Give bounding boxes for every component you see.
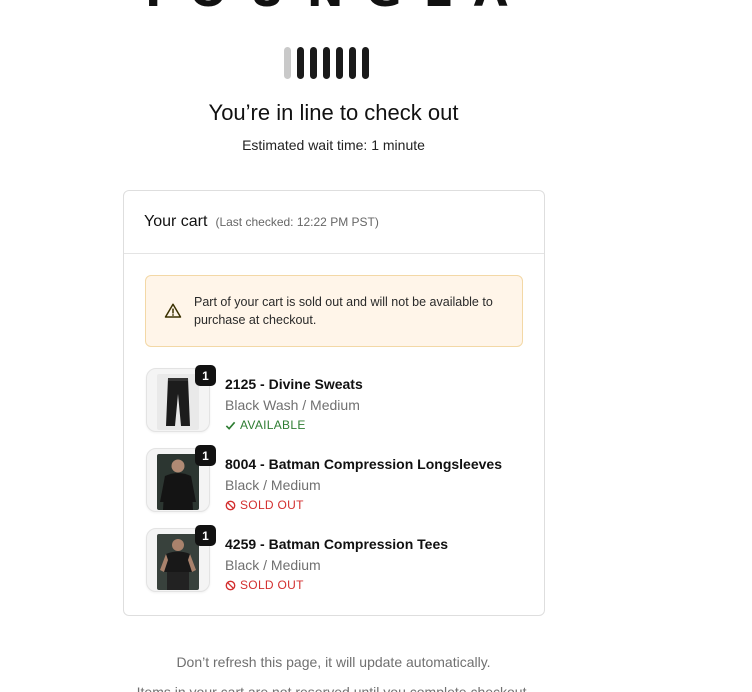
loader-bar: [349, 47, 356, 79]
prohibited-icon: [225, 580, 236, 590]
cart-item-info: 8004 - Batman Compression Longsleeves Bl…: [225, 448, 502, 514]
man-black-longsleeve-icon: [157, 454, 199, 510]
loader-bar: [362, 47, 369, 79]
product-thumbnail: 1: [146, 525, 216, 592]
brand-logo: YOUNGLA: [0, 0, 667, 14]
loader-bar: [297, 47, 304, 79]
cart-last-checked: (Last checked: 12:22 PM PST): [215, 215, 379, 229]
quantity-badge: 1: [195, 525, 216, 546]
sold-out-alert-text: Part of your cart is sold out and will n…: [194, 295, 493, 327]
availability-status: SOLD OUT: [225, 496, 502, 514]
product-thumbnail: 1: [146, 365, 216, 432]
cart-item-info: 2125 - Divine Sweats Black Wash / Medium…: [225, 368, 363, 434]
prohibited-icon: [225, 500, 236, 510]
availability-status: AVAILABLE: [225, 416, 363, 434]
reserve-note: Items in your cart are not reserved unti…: [136, 684, 531, 692]
man-black-tee-icon: [157, 534, 199, 590]
checkmark-icon: [225, 421, 236, 430]
queue-headline: You’re in line to check out: [208, 100, 459, 125]
availability-status-label: AVAILABLE: [240, 418, 306, 432]
product-name: 4259 - Batman Compression Tees: [225, 536, 449, 552]
product-name: 8004 - Batman Compression Longsleeves: [225, 456, 502, 472]
cart-title: Your cart: [144, 213, 208, 230]
queue-progress-loader: [284, 47, 369, 79]
cart-item: 1 8004 - Batman Compression Longsleeves …: [146, 445, 526, 514]
loader-bar: [336, 47, 343, 79]
cart-header: Your cart (Last checked: 12:22 PM PST): [124, 191, 544, 254]
product-name: 2125 - Divine Sweats: [225, 376, 363, 392]
loader-bar: [284, 47, 291, 79]
refresh-note: Don’t refresh this page, it will update …: [176, 654, 491, 670]
product-variant: Black / Medium: [225, 557, 321, 573]
sold-out-alert: Part of your cart is sold out and will n…: [145, 275, 523, 347]
loader-bar: [323, 47, 330, 79]
product-variant: Black Wash / Medium: [225, 397, 360, 413]
cart-item-info: 4259 - Batman Compression Tees Black / M…: [225, 528, 448, 594]
product-thumbnail: 1: [146, 445, 216, 512]
cart-item: 1 2125 - Divine Sweats Black Wash / Medi…: [146, 365, 526, 434]
cart-item: 1 4259 - Batman Compression Tees Black /…: [146, 525, 526, 594]
cart-panel: Your cart (Last checked: 12:22 PM PST) P…: [123, 190, 545, 616]
availability-status: SOLD OUT: [225, 576, 448, 594]
quantity-badge: 1: [195, 365, 216, 386]
availability-status-label: SOLD OUT: [240, 498, 304, 512]
availability-status-label: SOLD OUT: [240, 578, 304, 592]
queue-page: YOUNGLA You’re in line to check out Esti…: [0, 0, 752, 692]
black-sweatpants-icon: [157, 374, 199, 430]
estimated-wait-time: Estimated wait time: 1 minute: [242, 137, 425, 153]
product-variant: Black / Medium: [225, 477, 321, 493]
warning-icon: [164, 303, 182, 318]
loader-bar: [310, 47, 317, 79]
quantity-badge: 1: [195, 445, 216, 466]
